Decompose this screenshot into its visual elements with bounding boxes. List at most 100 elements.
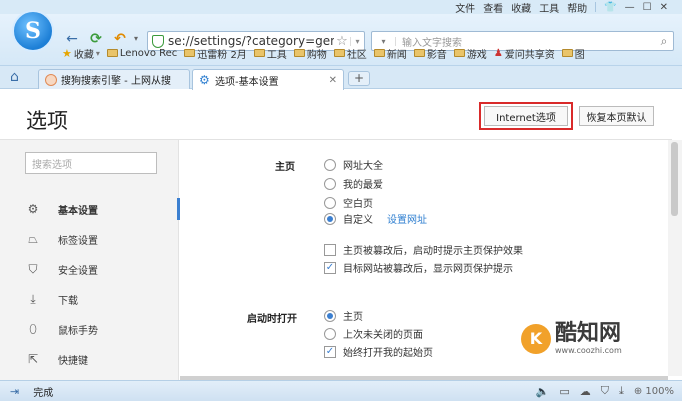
bookmark-label: 影音 [426,49,447,61]
page-title: 选项 [26,109,68,133]
checkbox[interactable]: ✓ [324,261,336,274]
sidebar-item-download[interactable]: ⤓ 下载 [0,288,179,310]
scrollbar-thumb[interactable] [671,142,678,216]
download-icon[interactable]: ⤓ [619,384,624,398]
restore-default-button[interactable]: 恢复本页默认 [579,106,654,126]
sidebar-search-input[interactable]: 搜索选项 [25,152,157,174]
bookmark-item[interactable]: 工具 [253,46,287,61]
cloud-icon[interactable]: ☁ [580,385,591,398]
shortcut-icon: ⇱ [27,352,39,366]
radio-button[interactable] [324,158,336,171]
search-icon[interactable]: ⌕ [655,34,673,49]
sidebar-item-shortcuts[interactable]: ⇱ 快捷键 [0,348,179,370]
radio-button[interactable] [324,196,336,209]
bookmark-item[interactable]: 新闻 [373,46,407,61]
option-label: 始终打开我的起始页 [343,348,433,359]
menu-file[interactable]: 文件 [455,0,475,15]
tab-label: 选项-基本设置 [215,76,279,88]
watermark: K 酷知网 www.coozhi.com [521,322,622,355]
homepage-option-favorites[interactable]: 我的最爱 [324,176,383,191]
home-icon[interactable]: ⌂ [10,69,19,85]
radio-button[interactable] [324,309,336,322]
sidebar-item-label: 标签设置 [58,235,98,247]
checkbox[interactable] [324,243,336,256]
person-icon: ♟ [493,47,503,59]
menu-separator [595,2,597,12]
startup-always-open-start-page[interactable]: ✓ 始终打开我的起始页 [324,344,433,359]
tab-settings[interactable]: ⚙ 选项-基本设置 ✕ [192,69,344,90]
sidebar-item-mouse-gestures[interactable]: ⬯ 鼠标手势 [0,318,179,340]
menu-tools[interactable]: 工具 [539,0,559,15]
gear-icon: ⚙ [199,73,210,87]
bookmark-item[interactable]: 影音 [413,46,447,61]
folder-icon [413,49,425,57]
bookmark-item[interactable]: 游戏 [453,46,487,61]
homepage-option-blank[interactable]: 空白页 [324,195,373,210]
option-label: 目标网站被篡改后，显示网页保护提示 [343,264,513,275]
favorites-menu[interactable]: ★ 收藏 ▾ [62,46,100,61]
startup-section-label: 启动时打开 [247,314,297,325]
sidebar-item-security[interactable]: ⛉ 安全设置 [0,258,179,280]
homepage-option-custom[interactable]: 自定义 设置网址 [324,211,427,226]
sidebar-toggle-icon[interactable]: ⇥ [10,385,19,398]
zoom-icon: ⊕ [633,385,646,397]
bookmark-item[interactable]: 社区 [333,46,367,61]
sogou-favicon-icon [45,73,57,86]
menu-view[interactable]: 查看 [483,0,503,15]
tab-icon: ⏢ [28,231,38,246]
sidebar-item-basic[interactable]: ⚙ 基本设置 [0,198,180,220]
bookmark-item[interactable]: ♟ 爱问共享资 [494,46,555,61]
option-label: 网址大全 [343,161,383,172]
skin-icon[interactable]: 👕 [604,2,616,13]
folder-icon [453,49,465,57]
bookmark-item[interactable]: Lenovo Rec [106,47,178,59]
speaker-icon[interactable]: 🔈 [536,385,550,398]
minimize-icon[interactable]: — [625,2,635,13]
close-tab-icon[interactable]: ✕ [329,75,337,86]
folder-icon [184,49,196,57]
coozhi-logo-icon: K [521,323,551,354]
bookmark-item[interactable]: 购物 [293,46,327,61]
bookmark-label: 爱问共享资 [504,49,555,61]
sidebar-item-tabs[interactable]: ⏢ 标签设置 [0,228,179,250]
shield-icon[interactable]: ⛉ [601,384,609,398]
internet-options-button[interactable]: Internet选项 [484,106,568,126]
bookmark-label: Lenovo Rec [119,47,178,59]
radio-button[interactable] [324,212,336,225]
folder-icon [373,49,385,57]
radio-button[interactable] [324,327,336,340]
menu-help[interactable]: 帮助 [567,0,587,15]
mouse-icon: ⬯ [29,321,37,336]
chevron-down-icon: ▾ [95,48,100,58]
zoom-level[interactable]: ⊕ 100% [634,386,674,397]
vertical-scrollbar[interactable] [668,140,682,376]
sidebar-item-label: 鼠标手势 [58,325,98,337]
bookmark-item[interactable]: 迅雷粉 2月 [184,46,247,61]
set-url-link[interactable]: 设置网址 [387,211,427,226]
close-icon[interactable]: ✕ [660,2,668,13]
status-tools: 🔈 ▭ ☁ ⛉ ⤓ ⊕ 100% [536,384,674,398]
bookmark-label: 购物 [306,49,327,61]
tab-sogou-search[interactable]: 搜狗搜索引擎 - 上网从搜 [38,69,190,89]
star-icon: ★ [62,46,72,60]
download-icon: ⤓ [30,291,36,306]
bookmark-item[interactable]: 图 [561,46,585,61]
monitor-icon[interactable]: ▭ [559,385,569,398]
homepage-tamper-startup-check[interactable]: 主页被篡改后，启动时提示主页保护效果 [324,242,523,257]
startup-option-homepage[interactable]: 主页 [324,308,363,323]
homepage-option-nav[interactable]: 网址大全 [324,157,383,172]
sogou-browser-logo[interactable]: S [12,10,54,52]
radio-button[interactable] [324,177,336,190]
option-label: 主页 [343,312,363,323]
sidebar-item-label: 安全设置 [58,265,98,277]
site-tamper-warning-check[interactable]: ✓ 目标网站被篡改后，显示网页保护提示 [324,260,513,275]
menu-favorites[interactable]: 收藏 [511,0,531,15]
watermark-name: 酷知网 [555,321,622,346]
new-tab-button[interactable]: + [348,71,370,86]
tab-label: 搜狗搜索引擎 - 上网从搜 [61,76,171,87]
bookmark-label: 迅雷粉 2月 [197,49,247,61]
settings-sidebar: 搜索选项 ⚙ 基本设置 ⏢ 标签设置 ⛉ 安全设置 ⤓ 下载 ⬯ 鼠标手势 ⇱ … [0,140,180,380]
checkbox[interactable]: ✓ [324,345,336,358]
maximize-icon[interactable]: ☐ [643,2,652,13]
startup-option-last-session[interactable]: 上次未关闭的页面 [324,326,423,341]
